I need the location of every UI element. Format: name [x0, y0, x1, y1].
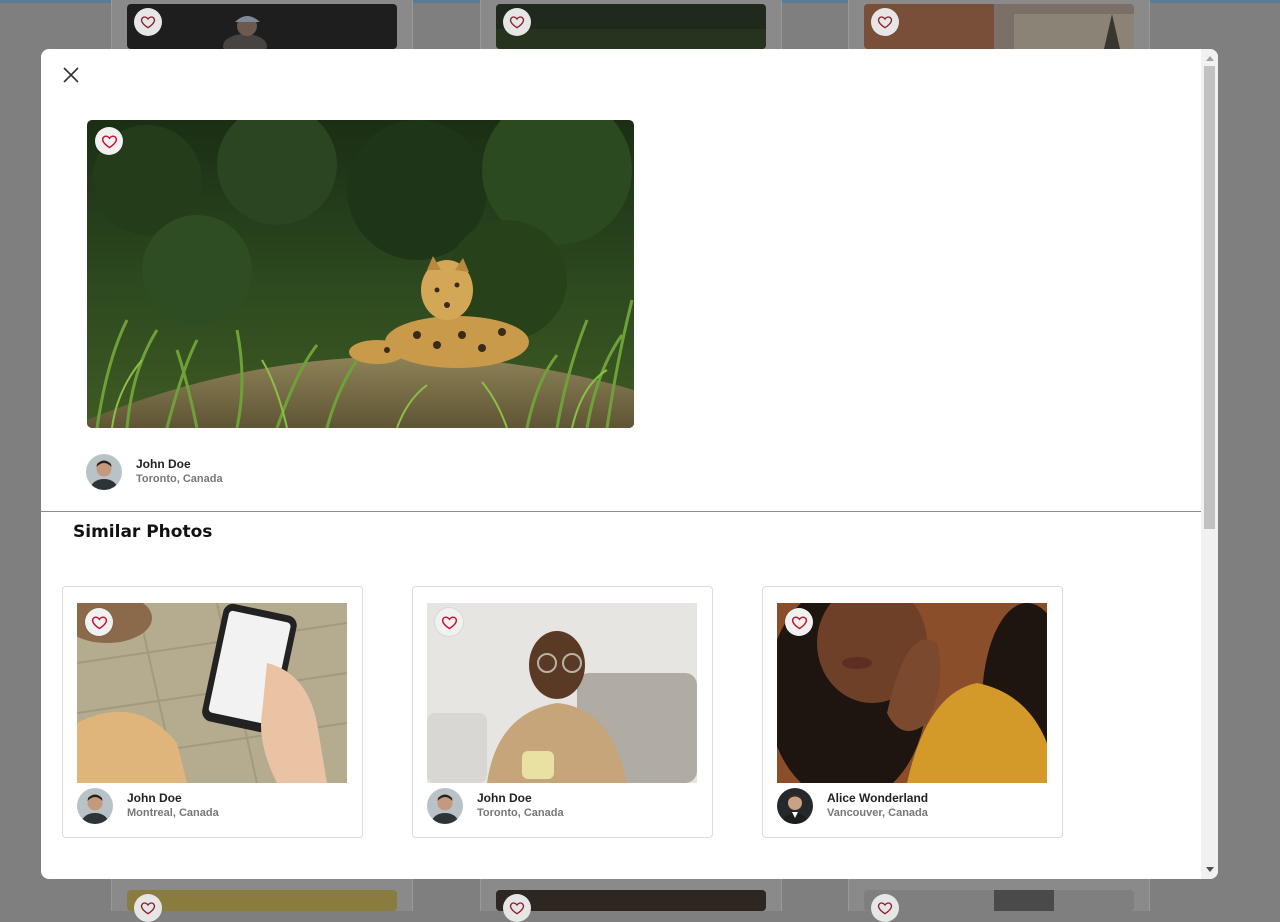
- similar-photo-card[interactable]: Alice Wonderland Vancouver, Canada: [762, 586, 1063, 838]
- close-button[interactable]: [59, 63, 83, 87]
- jaguar-image: [87, 120, 634, 428]
- favorite-button[interactable]: [95, 127, 123, 155]
- background-card: [848, 879, 1150, 922]
- avatar[interactable]: [86, 454, 122, 490]
- author-name[interactable]: John Doe: [477, 791, 564, 806]
- main-photo[interactable]: [87, 120, 634, 428]
- background-photo[interactable]: [127, 4, 397, 49]
- background-card: [480, 0, 782, 49]
- author-location: Toronto, Canada: [136, 473, 223, 485]
- favorite-button[interactable]: [503, 8, 531, 36]
- author-location: Vancouver, Canada: [827, 807, 928, 819]
- avatar[interactable]: [427, 788, 463, 824]
- photo-author: John Doe Toronto, Canada: [427, 788, 564, 824]
- similar-photo-card[interactable]: John Doe Toronto, Canada: [412, 586, 713, 838]
- author-location: Toronto, Canada: [477, 807, 564, 819]
- heart-icon: [101, 134, 117, 148]
- photo-author: Alice Wonderland Vancouver, Canada: [777, 788, 928, 824]
- photo-author: John Doe Montreal, Canada: [77, 788, 219, 824]
- heart-icon: [441, 615, 457, 629]
- favorite-button[interactable]: [134, 8, 162, 36]
- section-title: Similar Photos: [73, 522, 213, 542]
- background-photo[interactable]: [864, 890, 1134, 911]
- scrollbar[interactable]: [1201, 49, 1218, 879]
- heart-icon: [877, 902, 893, 915]
- scrollbar-thumb[interactable]: [1204, 66, 1215, 529]
- author-name[interactable]: John Doe: [127, 791, 219, 806]
- author-name[interactable]: Alice Wonderland: [827, 791, 928, 806]
- similar-photo[interactable]: [77, 603, 347, 783]
- author-location: Montreal, Canada: [127, 807, 219, 819]
- scroll-up-icon: [1205, 55, 1214, 61]
- heart-icon: [791, 615, 807, 629]
- divider: [41, 511, 1201, 512]
- heart-icon: [140, 902, 156, 915]
- background-photo[interactable]: [496, 890, 766, 911]
- scroll-down-button[interactable]: [1201, 862, 1218, 876]
- scroll-up-button[interactable]: [1201, 51, 1218, 65]
- favorite-button[interactable]: [85, 608, 113, 636]
- photo-detail-modal: John Doe Toronto, Canada Similar Photos: [41, 49, 1218, 879]
- avatar[interactable]: [777, 788, 813, 824]
- close-icon: [63, 67, 79, 83]
- similar-photo[interactable]: [427, 603, 697, 783]
- author-name[interactable]: John Doe: [136, 457, 223, 472]
- photo-author: John Doe Toronto, Canada: [86, 454, 223, 490]
- heart-icon: [877, 16, 893, 29]
- background-photo[interactable]: [864, 4, 1134, 49]
- heart-icon: [509, 16, 525, 29]
- heart-icon: [140, 16, 156, 29]
- background-photo[interactable]: [496, 4, 766, 49]
- similar-photo[interactable]: [777, 603, 1047, 783]
- background-photo[interactable]: [127, 890, 397, 911]
- scroll-down-icon: [1205, 866, 1214, 872]
- favorite-button[interactable]: [134, 894, 162, 922]
- favorite-button[interactable]: [871, 8, 899, 36]
- similar-photo-card[interactable]: John Doe Montreal, Canada: [62, 586, 363, 838]
- background-card: [111, 0, 413, 49]
- background-card: [111, 879, 413, 922]
- favorite-button[interactable]: [785, 608, 813, 636]
- heart-icon: [509, 902, 525, 915]
- background-card: [848, 0, 1150, 49]
- heart-icon: [91, 615, 107, 629]
- avatar[interactable]: [77, 788, 113, 824]
- favorite-button[interactable]: [503, 894, 531, 922]
- favorite-button[interactable]: [435, 608, 463, 636]
- background-card: [480, 879, 782, 922]
- favorite-button[interactable]: [871, 894, 899, 922]
